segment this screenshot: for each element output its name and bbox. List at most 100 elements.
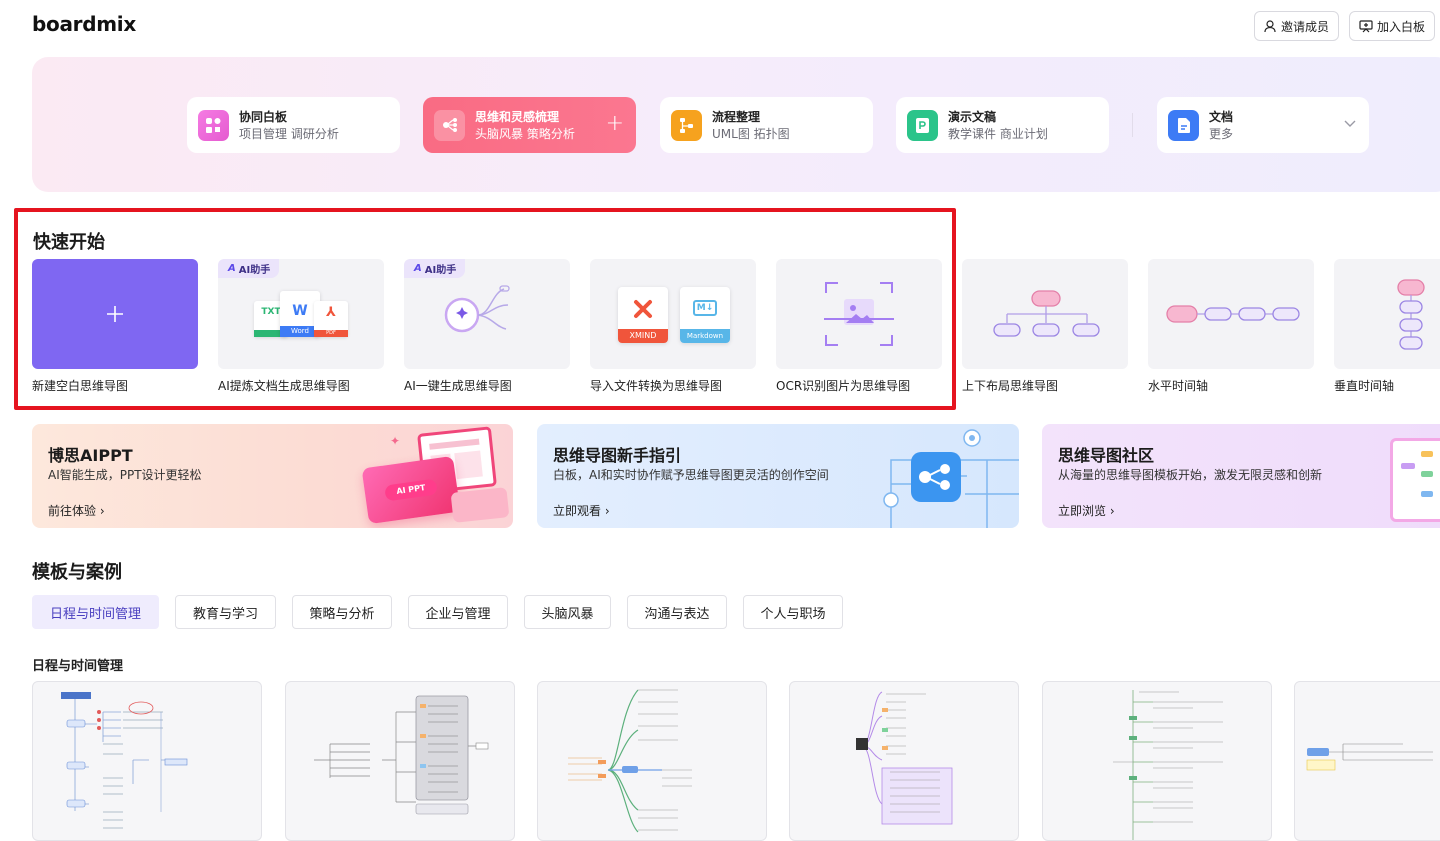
tree-layout-icon [993, 290, 1100, 337]
user-icon [1264, 19, 1276, 32]
horizontal-timeline-card[interactable] [1148, 259, 1314, 369]
tab-enterprise[interactable]: 企业与管理 [408, 595, 508, 629]
ai-assistant-tag: A AI助手 [218, 259, 280, 278]
category-flowchart[interactable]: 流程整理 UML图 拓扑图 [660, 97, 873, 153]
category-subtitle: 项目管理 调研分析 [239, 126, 339, 141]
join-board-label: 加入白板 [1377, 19, 1426, 34]
category-title: 文档 [1209, 109, 1234, 124]
xmind-logo-icon [634, 300, 652, 318]
tab-schedule-time[interactable]: 日程与时间管理 [32, 595, 159, 629]
ai-assistant-tag-label: AI助手 [424, 265, 457, 276]
vertical-timeline-card[interactable] [1334, 259, 1440, 369]
ai-logo-icon: A [228, 263, 236, 274]
banner-link-label: 立即浏览 [1058, 504, 1107, 518]
quick-start-label: 水平时间轴 [1148, 379, 1209, 393]
templates-title: 模板与案例 [32, 562, 122, 583]
template-thumbnail [1113, 690, 1223, 840]
whiteboard-icon [198, 109, 229, 141]
laptop-screen-content [429, 438, 480, 450]
category-subtitle: 头脑风暴 策略分析 [475, 126, 575, 141]
quick-start-label: AI一键生成思维导图 [404, 379, 512, 393]
banner-title: 思维导图社区 [1058, 446, 1155, 465]
category-subtitle: 教学课件 商业计划 [948, 126, 1048, 141]
file-type-label: XMIND [618, 329, 668, 343]
document-icon [1168, 109, 1199, 141]
ai-extract-doc-card[interactable]: A AI助手 TXT W Word ⅄ PDF [218, 259, 384, 369]
preview-node [1401, 463, 1415, 469]
banner-subtitle: AI智能生成，PPT设计更轻松 [48, 468, 202, 482]
banner-link[interactable]: 前往体验 › [48, 502, 105, 519]
template-card[interactable] [32, 681, 262, 841]
mindmap-community-banner[interactable]: 思维导图社区 从海量的思维导图模板开始，激发无限灵感和创新 立即浏览 › [1042, 424, 1440, 528]
active-category-pointer [522, 183, 540, 192]
ocr-image-card[interactable] [776, 259, 942, 369]
board-icon [1359, 19, 1373, 32]
tab-communication[interactable]: 沟通与表达 [627, 595, 727, 629]
aippt-banner[interactable]: 博思AIPPT AI智能生成，PPT设计更轻松 前往体验 › AI PPT ✦ [32, 424, 513, 528]
banner-title: 思维导图新手指引 [553, 446, 682, 465]
ai-sparkle-mindmap-icon [444, 285, 510, 333]
community-preview-illustration [1390, 438, 1440, 522]
sparkle-icon: ✦ [390, 434, 401, 448]
plus-icon [107, 306, 123, 322]
join-board-button[interactable]: 加入白板 [1349, 11, 1436, 41]
boardmix-logo[interactable]: boardmix [32, 12, 136, 36]
template-card[interactable] [537, 681, 767, 841]
markdown-file-icon: M↓ Markdown [680, 287, 730, 343]
quick-start-title: 快速开始 [33, 232, 105, 253]
banner-link[interactable]: 立即观看 › [553, 502, 610, 519]
template-thumbnail [61, 692, 188, 829]
category-presentation[interactable]: 演示文稿 教学课件 商业计划 [896, 97, 1109, 153]
xmind-file-icon: XMIND [618, 287, 668, 343]
banner-title: 博思AIPPT [48, 446, 133, 465]
horizontal-timeline-icon [1166, 305, 1300, 323]
invite-members-label: 邀请成员 [1281, 19, 1330, 34]
top-down-layout-card[interactable] [962, 259, 1128, 369]
template-card[interactable] [285, 681, 515, 841]
new-blank-mindmap-card[interactable] [32, 259, 198, 369]
quick-start-label: 垂直时间轴 [1334, 379, 1395, 393]
template-card[interactable] [789, 681, 1019, 841]
template-thumbnail [314, 695, 489, 815]
laptop-screen-content [454, 450, 483, 480]
quick-start-label: 导入文件转换为思维导图 [590, 379, 723, 393]
banner-subtitle: 从海量的思维导图模板开始，激发无限灵感和创新 [1058, 468, 1323, 482]
chevron-right-icon: › [604, 504, 610, 518]
quick-start-label: AI提炼文档生成思维导图 [218, 379, 350, 393]
mindmap-guide-banner[interactable]: 思维导图新手指引 白板，AI和实时协作赋予思维导图更灵活的创作空间 立即观看 › [537, 424, 1019, 528]
banner-link[interactable]: 立即浏览 › [1058, 502, 1115, 519]
tab-strategy[interactable]: 策略与分析 [292, 595, 392, 629]
chevron-down-icon[interactable] [1343, 118, 1357, 128]
mindmap-icon [434, 109, 465, 141]
banner-link-label: 前往体验 [48, 504, 97, 518]
vertical-timeline-icon [1397, 279, 1425, 350]
quick-start-label: OCR识别图片为思维导图 [776, 379, 911, 393]
pdf-file-icon: ⅄ PDF [314, 301, 348, 337]
tab-education[interactable]: 教育与学习 [175, 595, 276, 629]
plus-icon[interactable]: + [606, 113, 624, 135]
import-file-card[interactable]: XMIND M↓ Markdown [590, 259, 756, 369]
file-type-label: PDF [314, 330, 348, 337]
category-title: 协同白板 [239, 109, 288, 124]
chevron-right-icon: › [1109, 504, 1115, 518]
tab-career[interactable]: 个人与职场 [743, 595, 843, 629]
category-document[interactable]: 文档 更多 [1157, 97, 1369, 153]
preview-node [1421, 491, 1433, 497]
invite-members-button[interactable]: 邀请成员 [1254, 11, 1340, 41]
pdf-logo-icon: ⅄ [326, 305, 336, 320]
ai-logo-icon: A [414, 263, 422, 274]
ai-assistant-tag: A AI助手 [404, 259, 466, 278]
aippt-badge-card: AI PPT [361, 455, 461, 525]
template-card[interactable] [1042, 681, 1272, 841]
category-subtitle: UML图 拓扑图 [712, 126, 790, 141]
template-card[interactable] [1294, 681, 1440, 841]
template-thumbnail [1306, 743, 1433, 771]
ai-generate-mindmap-card[interactable]: A AI助手 [404, 259, 570, 369]
preview-node [1421, 471, 1433, 477]
preview-node [1421, 451, 1433, 457]
category-whiteboard[interactable]: 协同白板项目管理 调研分析 [187, 97, 400, 153]
chevron-right-icon: › [99, 504, 105, 518]
category-mindmap[interactable]: 思维和灵感梳理 头脑风暴 策略分析 + [423, 97, 636, 153]
ai-assistant-tag-label: AI助手 [238, 265, 271, 276]
tab-brainstorm[interactable]: 头脑风暴 [524, 595, 611, 629]
